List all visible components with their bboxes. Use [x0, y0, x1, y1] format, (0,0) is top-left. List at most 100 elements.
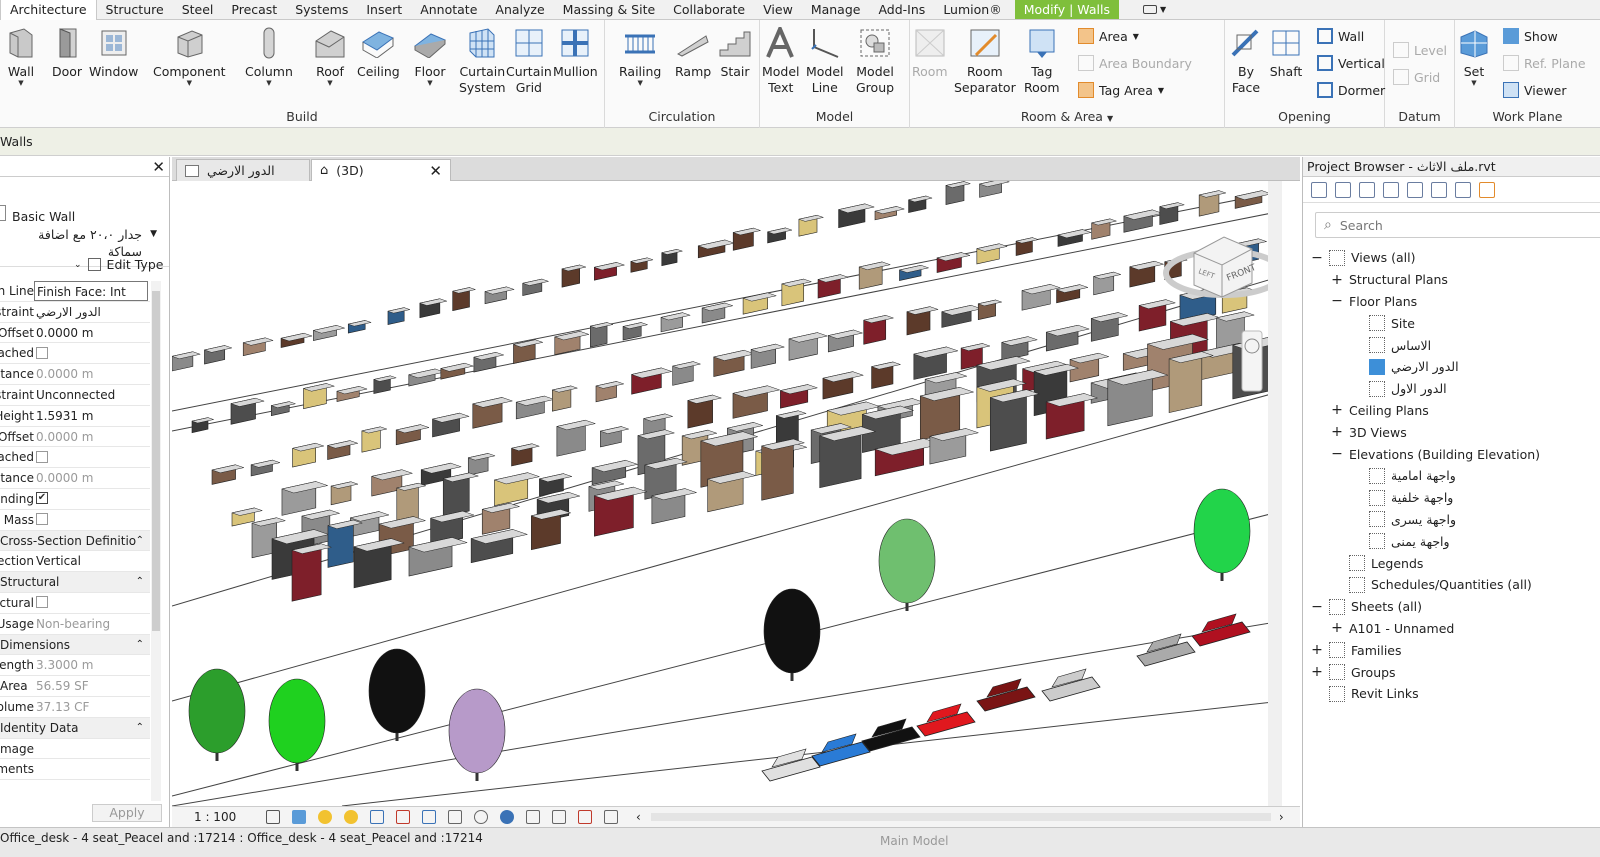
reveal-constraints-icon[interactable] [604, 810, 618, 824]
navigation-bar[interactable] [1241, 330, 1263, 392]
expand-icon[interactable]: + [1331, 272, 1343, 288]
tree-node[interactable]: واجهة خلفية [1303, 487, 1600, 509]
grid-button[interactable]: Grid [1393, 69, 1440, 85]
collapse-icon[interactable]: − [1311, 250, 1323, 266]
ramp-button[interactable]: Ramp [675, 26, 711, 80]
property-value[interactable] [34, 510, 150, 530]
tab-structure[interactable]: Structure [97, 0, 173, 19]
area-button[interactable]: Area ▼ [1078, 28, 1139, 44]
tree-canopy[interactable] [1193, 488, 1251, 574]
property-value[interactable]: Unconnected [34, 385, 150, 405]
home-icon[interactable] [1311, 181, 1327, 198]
reveal-hidden-icon[interactable] [500, 810, 514, 824]
visual-style-icon[interactable] [292, 810, 306, 824]
active-model-label[interactable]: Main Model [880, 834, 949, 848]
tag-area-button[interactable]: Tag Area ▼ [1078, 82, 1164, 98]
sun-path-icon[interactable] [318, 810, 332, 824]
mullion-button[interactable]: Mullion [553, 26, 598, 80]
property-section[interactable]: Structural ⌃ [0, 572, 150, 593]
chevron-up-icon[interactable]: ⌃ [136, 718, 150, 738]
model-group-button[interactable]: Model Group [856, 26, 894, 96]
property-value[interactable]: 0.0000 m [34, 323, 150, 343]
schedules-filter-icon[interactable] [1383, 181, 1399, 198]
detail-level-icon[interactable] [266, 810, 280, 824]
tree-node[interactable]: − Views (all) [1303, 247, 1600, 269]
apply-button[interactable]: Apply [92, 804, 162, 822]
tree-node[interactable]: + Families [1303, 639, 1600, 661]
tree-node[interactable]: الدور الاول [1303, 378, 1600, 400]
tab-extra[interactable]: ▼ [1133, 0, 1176, 19]
tree-node[interactable]: + Structural Plans [1303, 269, 1600, 291]
property-value[interactable]: 1.5931 m [34, 406, 150, 426]
collapse-icon[interactable]: − [1331, 293, 1343, 309]
tab-insert[interactable]: Insert [357, 0, 411, 19]
project-browser-search[interactable]: ⌕ Search [1315, 212, 1600, 238]
door-button[interactable]: Door [50, 26, 84, 80]
view-tab-ground-floor[interactable]: الدور الارضي [176, 159, 310, 181]
close-icon[interactable]: ✕ [152, 158, 165, 176]
3d-scene[interactable]: FRONTLEFT [172, 181, 1282, 806]
property-value[interactable]: 3.3000 m [34, 655, 150, 675]
view-scale[interactable]: 1 : 100 [194, 810, 254, 824]
model-line-button[interactable]: Model Line [806, 26, 844, 96]
tab-precast[interactable]: Precast [222, 0, 286, 19]
wall-button[interactable]: Wall ▼ [4, 26, 38, 87]
chevron-right-icon[interactable]: › [1279, 810, 1284, 824]
collapse-icon[interactable]: − [1331, 446, 1343, 462]
tree-node[interactable]: + A101 - Unnamed [1303, 618, 1600, 640]
tab-systems[interactable]: Systems [286, 0, 357, 19]
checkbox[interactable] [36, 596, 48, 609]
property-value[interactable]: 56.59 SF [34, 676, 150, 696]
property-value[interactable]: 0.0000 m [34, 364, 150, 384]
model-text-button[interactable]: Model Text [762, 26, 800, 96]
edit-type-button[interactable]: ⌄ Edit Type [74, 257, 163, 272]
tree-node[interactable]: + Groups [1303, 661, 1600, 683]
tree-node[interactable]: Legends [1303, 552, 1600, 574]
set-button[interactable]: Set ▼ [1457, 26, 1491, 87]
stair-button[interactable]: Stair [718, 26, 752, 80]
checkbox[interactable] [36, 513, 48, 526]
tree-canopy[interactable] [368, 648, 426, 734]
room-button[interactable]: Room [912, 26, 948, 80]
vertical-button[interactable]: Vertical [1317, 55, 1385, 71]
property-value[interactable]: ✔ [34, 489, 150, 509]
property-value[interactable]: 0.0000 m [34, 427, 150, 447]
tag-room-button[interactable]: Tag Room [1024, 26, 1060, 96]
railing-button[interactable]: Railing ▼ [619, 26, 661, 87]
row-boundary-line[interactable] [172, 620, 1282, 806]
tree-canopy[interactable] [448, 688, 506, 774]
horizontal-scrollbar[interactable] [650, 813, 1271, 821]
links-filter-icon[interactable] [1479, 181, 1495, 198]
viewer-button[interactable]: Viewer [1503, 82, 1567, 98]
sheets-filter-icon[interactable] [1359, 181, 1375, 198]
tree-canopy[interactable] [763, 588, 821, 674]
component-button[interactable]: Component ▼ [153, 26, 226, 87]
dormer-button[interactable]: Dormer [1317, 82, 1385, 98]
curtain-grid-button[interactable]: Curtain Grid [506, 26, 552, 96]
lock-view-icon[interactable] [448, 810, 462, 824]
tree-node[interactable]: الدور الارضي [1303, 356, 1600, 378]
area-boundary-button[interactable]: Area Boundary [1078, 55, 1192, 71]
tree-icon[interactable] [1455, 181, 1471, 198]
type-selector[interactable]: Basic Wall جدار ٢٠،٠ مع اضافة سماكة ▼ [0, 177, 169, 267]
property-value[interactable] [34, 447, 150, 467]
property-value[interactable]: 37.13 CF [34, 697, 150, 717]
tree-node[interactable]: − Floor Plans [1303, 291, 1600, 313]
tab-steel[interactable]: Steel [173, 0, 223, 19]
show-crop-icon[interactable] [422, 810, 436, 824]
checkbox[interactable]: ✔ [36, 492, 48, 505]
chevron-up-icon[interactable]: ⌃ [136, 531, 150, 551]
tree-node[interactable]: Site [1303, 312, 1600, 334]
show-button[interactable]: Show [1503, 28, 1558, 44]
groups-filter-icon[interactable] [1431, 181, 1447, 198]
tree-node[interactable]: − Sheets (all) [1303, 596, 1600, 618]
chevron-left-icon[interactable]: ‹ [636, 810, 641, 824]
property-section[interactable]: Identity Data ⌃ [0, 717, 150, 739]
property-value[interactable]: Vertical [34, 551, 150, 571]
expand-icon[interactable]: + [1311, 664, 1323, 680]
roof-button[interactable]: Roof ▼ [313, 26, 347, 87]
opening-wall-button[interactable]: Wall [1317, 28, 1364, 44]
floor-button[interactable]: Floor ▼ [413, 26, 447, 87]
tab-modify-walls[interactable]: Modify | Walls [1014, 0, 1119, 19]
tab-add-ins[interactable]: Add-Ins [869, 0, 934, 19]
